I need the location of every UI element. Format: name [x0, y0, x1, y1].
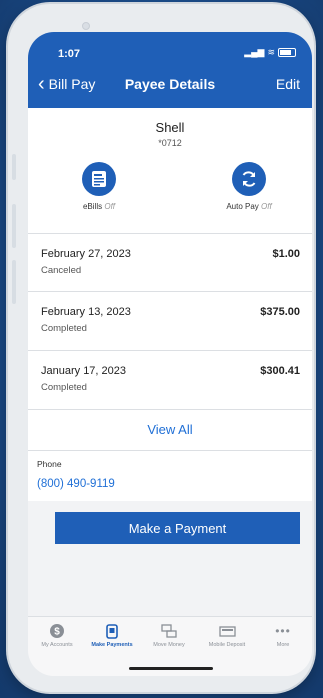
ebills-label: eBills Off [49, 202, 149, 211]
payment-status: Canceled [41, 265, 82, 276]
payment-date: January 17, 2023 [41, 365, 127, 377]
transfer-icon [161, 624, 177, 638]
tab-label: Make Payments [91, 642, 133, 648]
payment-status: Completed [41, 323, 87, 334]
mute-switch [12, 154, 16, 180]
tab-more[interactable]: ••• More [254, 623, 312, 648]
autopay-button[interactable] [232, 162, 266, 196]
ebill-document-icon [92, 171, 106, 187]
tab-label: More [276, 642, 290, 648]
more-dots-icon: ••• [275, 624, 291, 638]
volume-up-button [12, 204, 16, 248]
autopay-label-text: Auto Pay [226, 202, 259, 211]
ebills-status: Off [104, 202, 116, 211]
make-payment-button[interactable]: Make a Payment [55, 512, 300, 544]
payee-account: *0712 [158, 138, 182, 148]
payment-date: February 27, 2023 [41, 248, 131, 260]
back-button[interactable]: ‹ Bill Pay [38, 73, 96, 95]
payee-name: Shell [155, 120, 185, 135]
ebills-label-text: eBills [82, 202, 103, 211]
autopay-status: Off [261, 202, 272, 211]
payment-row[interactable]: January 17, 2023 Completed $300.41 [28, 351, 312, 410]
dollar-icon: $ [50, 624, 64, 638]
contact-section: Phone (800) 490-9119 [28, 451, 312, 501]
phone-payment-icon [106, 623, 118, 639]
phone-label: Phone [37, 459, 62, 469]
tab-label: Move Money [153, 642, 185, 648]
volume-down-button [12, 260, 16, 304]
payment-amount: $375.00 [260, 306, 300, 318]
phone-number-link[interactable]: (800) 490-9119 [37, 478, 115, 490]
payment-row[interactable]: February 27, 2023 Canceled $1.00 [28, 234, 312, 292]
payee-summary: Shell *0712 eBills Off Auto Pay Off [28, 108, 312, 234]
edit-button[interactable]: Edit [276, 76, 300, 92]
autopay-label: Auto Pay Off [199, 202, 299, 211]
front-camera [82, 22, 90, 30]
view-all-link[interactable]: View All [28, 422, 312, 437]
phone-frame: 1:07 ▂▄▆ ≋ ‹ Bill Pay Payee Details Edit… [8, 4, 314, 692]
app-header: 1:07 ▂▄▆ ≋ ‹ Bill Pay Payee Details Edit [28, 32, 312, 108]
status-icons: ▂▄▆ ≋ [244, 47, 296, 58]
payment-amount: $300.41 [260, 365, 300, 377]
payment-row[interactable]: February 13, 2023 Completed $375.00 [28, 292, 312, 351]
svg-text:$: $ [54, 627, 60, 638]
refresh-icon [242, 171, 256, 187]
ebills-button[interactable] [82, 162, 116, 196]
payment-date: February 13, 2023 [41, 306, 131, 318]
view-all-row: View All [28, 410, 312, 451]
tab-label: My Accounts [41, 642, 73, 648]
chevron-left-icon: ‹ [38, 73, 45, 95]
tab-bar: $ My Accounts Make Payments Move Money M… [28, 616, 312, 676]
wifi-icon: ≋ [267, 47, 275, 57]
back-label: Bill Pay [48, 76, 96, 92]
tab-move-money[interactable]: Move Money [140, 623, 198, 648]
tab-mobile-deposit[interactable]: Mobile Deposit [198, 623, 256, 648]
tab-label: Mobile Deposit [208, 642, 246, 648]
signal-icon: ▂▄▆ [244, 47, 265, 57]
tab-my-accounts[interactable]: $ My Accounts [28, 623, 86, 648]
battery-icon [278, 48, 296, 57]
status-time: 1:07 [58, 48, 81, 60]
home-indicator [129, 667, 213, 670]
payment-status: Completed [41, 382, 87, 393]
payment-amount: $1.00 [272, 248, 300, 260]
app-screen: 1:07 ▂▄▆ ≋ ‹ Bill Pay Payee Details Edit… [28, 32, 312, 676]
check-deposit-icon [218, 625, 236, 637]
tab-make-payments[interactable]: Make Payments [83, 623, 141, 648]
